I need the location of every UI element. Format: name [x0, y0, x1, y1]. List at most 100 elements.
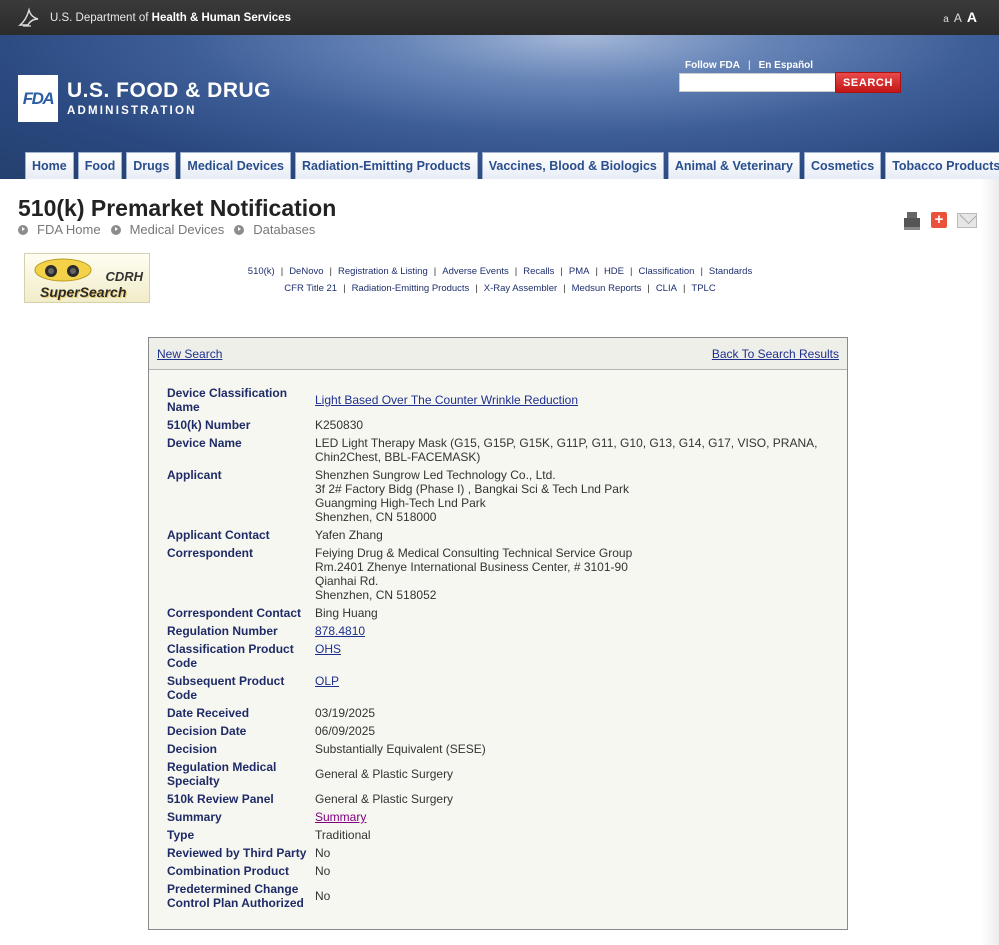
detail-label: Device Name [167, 436, 242, 450]
hhs-link[interactable]: U.S. Department of Health & Human Servic… [50, 12, 291, 24]
detail-row: Type Traditional [167, 828, 837, 842]
detail-value: 03/19/2025 [315, 706, 376, 720]
detail-label: Regulation Number [167, 624, 278, 638]
cdrh-logo-text: CDRH [105, 269, 143, 284]
detail-row: Combination Product No [167, 864, 837, 878]
fda-logo[interactable]: FDA [18, 75, 58, 122]
link-xray-assembler[interactable]: X-Ray Assembler [484, 283, 557, 294]
tab-animal-veterinary[interactable]: Animal & Veterinary [667, 152, 800, 179]
search-input[interactable] [679, 73, 836, 92]
detail-label: Decision Date [167, 724, 247, 738]
agency-name[interactable]: U.S. FOOD & DRUG [67, 79, 271, 103]
text-size-medium[interactable]: A [954, 11, 962, 25]
detail-value[interactable]: OHS [315, 642, 837, 670]
search-button[interactable]: SEARCH [835, 72, 901, 93]
link-510k[interactable]: 510(k) [248, 266, 275, 277]
link-registration-listing[interactable]: Registration & Listing [338, 266, 428, 277]
page-tools: + [903, 211, 977, 230]
tab-home[interactable]: Home [25, 152, 74, 179]
detail-value: K250830 [315, 418, 364, 432]
detail-value[interactable]: Light Based Over The Counter Wrinkle Red… [315, 393, 837, 407]
text-size-small[interactable]: a [943, 14, 949, 25]
link-denovo[interactable]: DeNovo [289, 266, 323, 277]
link-tplc[interactable]: TPLC [691, 283, 715, 294]
link-clia[interactable]: CLIA [656, 283, 677, 294]
detail-label: Applicant [167, 468, 222, 482]
result-details: Device Classification Name Light Based Ov… [167, 386, 837, 914]
detail-label: Summary [167, 810, 222, 824]
link-medsun-reports[interactable]: Medsun Reports [572, 283, 642, 294]
agency-subtitle[interactable]: ADMINISTRATION [67, 105, 197, 117]
utility-links: Follow FDA | En Español [685, 60, 814, 71]
detail-value: Yafen Zhang [315, 528, 383, 542]
detail-row: 510k Review Panel General & Plastic Surge… [167, 792, 837, 806]
tab-radiation-emitting-products[interactable]: Radiation-Emitting Products [295, 152, 478, 179]
tab-vaccines-blood-biologics[interactable]: Vaccines, Blood & Biologics [481, 152, 664, 179]
espanol-link[interactable]: En Español [759, 60, 813, 71]
detail-value[interactable]: OLP [315, 674, 837, 702]
detail-value: Bing Huang [315, 606, 378, 620]
print-icon[interactable] [903, 211, 921, 230]
detail-label: Applicant Contact [167, 528, 270, 542]
link-classification[interactable]: Classification [638, 266, 694, 277]
main-nav: Home Food Drugs Medical Devices Radiatio… [25, 152, 999, 179]
detail-value: Feiying Drug & Medical Consulting Techni… [315, 546, 633, 602]
tab-drugs[interactable]: Drugs [126, 152, 177, 179]
detail-label: Classification Product Code [167, 642, 294, 670]
detail-row: Device Classification Name Light Based Ov… [167, 386, 837, 414]
detail-row: Applicant Contact Yafen Zhang [167, 528, 837, 542]
page-title: 510(k) Premarket Notification [18, 195, 337, 221]
back-to-results-link[interactable]: Back To Search Results [712, 347, 839, 361]
detail-row: Regulation Number 878.4810 [167, 624, 837, 638]
breadcrumb-databases[interactable]: Databases [234, 222, 315, 237]
detail-value: Substantially Equivalent (SESE) [315, 742, 486, 756]
email-icon[interactable] [957, 212, 977, 228]
detail-label: Decision [167, 742, 218, 756]
share-plus-icon[interactable]: + [931, 212, 947, 228]
detail-row: Predetermined Change Control Plan Author… [167, 882, 837, 910]
detail-value: General & Plastic Surgery [315, 792, 454, 806]
detail-row: Regulation Medical Specialty General & Pl… [167, 760, 837, 788]
detail-label: Reviewed by Third Party [167, 846, 307, 860]
tab-medical-devices[interactable]: Medical Devices [180, 152, 291, 179]
detail-value: No [315, 846, 331, 860]
breadcrumb-medical-devices[interactable]: Medical Devices [110, 222, 224, 237]
database-links-row-2: CFR Title 21 | Radiation-Emitting Products… [284, 283, 716, 294]
tab-food[interactable]: Food [77, 152, 123, 179]
link-adverse-events[interactable]: Adverse Events [442, 266, 509, 277]
link-cfr-title-21[interactable]: CFR Title 21 [284, 283, 337, 294]
link-pma[interactable]: PMA [569, 266, 590, 277]
database-links-row-1: 510(k) | DeNovo | Registration & Listing | Adv… [247, 266, 753, 277]
detail-row: Summary Summary [167, 810, 837, 824]
detail-row: Correspondent Feiying Drug & Medical Cons… [167, 546, 837, 602]
detail-label: Subsequent Product Code [167, 674, 285, 702]
tab-cosmetics[interactable]: Cosmetics [803, 152, 882, 179]
detail-row: 510(k) Number K250830 [167, 418, 837, 432]
tab-tobacco-products[interactable]: Tobacco Products [885, 152, 999, 179]
detail-value: 06/09/2025 [315, 724, 376, 738]
link-recalls[interactable]: Recalls [523, 266, 554, 277]
link-radiation-emitting-products[interactable]: Radiation-Emitting Products [352, 283, 470, 294]
cdrh-supersearch-logo[interactable]: CDRH SuperSearch [24, 253, 150, 303]
detail-row: Applicant Shenzhen Sungrow Led Technology… [167, 468, 837, 524]
detail-value: Traditional [315, 828, 371, 842]
text-size-large[interactable]: A [967, 9, 977, 25]
detail-value[interactable]: Summary [315, 810, 837, 824]
result-panel-header: New Search Back To Search Results [149, 338, 847, 370]
hhs-bar: U.S. Department of Health & Human Servic… [0, 0, 999, 35]
new-search-link[interactable]: New Search [157, 347, 222, 361]
detail-value[interactable]: 878.4810 [315, 624, 837, 638]
detail-row: Classification Product Code OHS [167, 642, 837, 670]
supersearch-logo-text: SuperSearch [40, 284, 127, 300]
link-hde[interactable]: HDE [604, 266, 624, 277]
detail-label: 510(k) Number [167, 418, 251, 432]
detail-value: No [315, 889, 331, 903]
follow-fda-link[interactable]: Follow FDA [685, 60, 740, 71]
link-standards[interactable]: Standards [709, 266, 752, 277]
detail-row: Reviewed by Third Party No [167, 846, 837, 860]
arrow-circle-icon [234, 224, 245, 235]
fda-logo-text: FDA [22, 88, 55, 108]
detail-label: Type [167, 828, 195, 842]
detail-label: Correspondent [167, 546, 254, 560]
breadcrumb-fda-home[interactable]: FDA Home [18, 222, 101, 237]
